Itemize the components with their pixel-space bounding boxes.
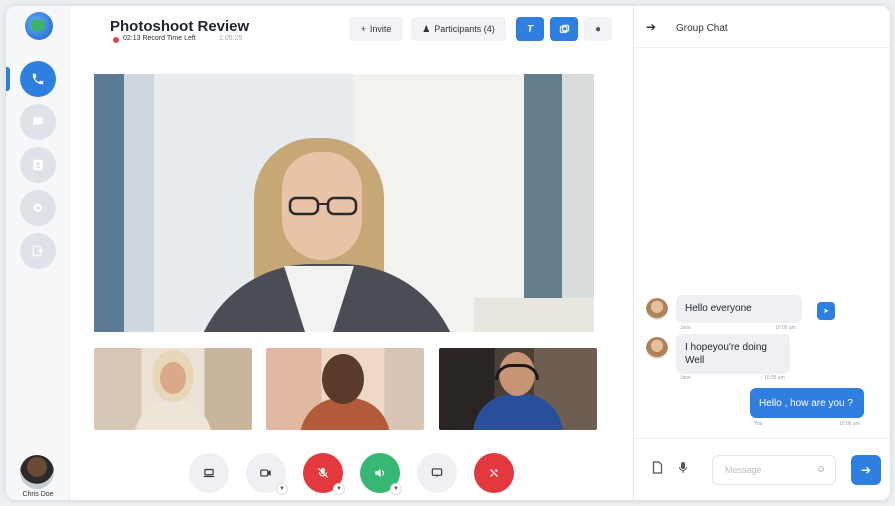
screen-layout-button[interactable]	[550, 17, 578, 41]
message-time: 10:00 am	[775, 325, 796, 331]
chat-icon	[33, 117, 43, 127]
participant-video-3[interactable]	[439, 348, 597, 430]
contact-icon	[33, 159, 43, 171]
record-total-time: 1:05:25	[219, 35, 243, 42]
chevron-down-icon[interactable]: ▼	[390, 483, 402, 495]
text-tool-button[interactable]: T	[516, 17, 544, 41]
reply-button[interactable]: ➤	[817, 302, 835, 320]
participant-video-1[interactable]	[94, 348, 252, 430]
speaker-button[interactable]: ▼	[360, 453, 402, 495]
hang-up-icon	[489, 468, 499, 478]
chat-composer: ☺ ➔	[634, 438, 890, 500]
chat-message-in: I hopeyou're doing Well	[676, 334, 790, 374]
page-title: Photoshoot Review	[110, 18, 250, 35]
logout-icon	[32, 245, 44, 257]
sender-avatar	[646, 298, 668, 320]
screen-share-button[interactable]	[189, 453, 229, 493]
microphone-icon[interactable]	[678, 461, 688, 477]
chat-toggle-button[interactable]	[417, 453, 457, 493]
message-time: 10:05 am	[764, 375, 785, 381]
background-desk	[474, 298, 594, 332]
sidebar-item-messages[interactable]	[20, 104, 56, 140]
plus-icon: +	[360, 24, 366, 34]
arrow-right-icon[interactable]: ➔	[646, 20, 656, 34]
layout-icon	[559, 24, 569, 33]
app-window: Chris Doe Photoshoot Review 02:13 Record…	[6, 6, 890, 500]
chat-message-out: Hello , how are you ?	[750, 388, 864, 418]
chat-title: Group Chat	[676, 23, 728, 34]
sidebar-item-contacts[interactable]	[20, 147, 56, 183]
sidebar-item-logout[interactable]	[20, 233, 56, 269]
message-sender: Jane	[680, 375, 691, 381]
camera-icon	[260, 469, 271, 477]
active-indicator	[6, 67, 10, 91]
laptop-icon	[203, 468, 215, 478]
sidebar-item-settings[interactable]	[20, 190, 56, 226]
sidebar-item-calls[interactable]	[20, 61, 56, 97]
background-window	[524, 74, 562, 332]
message-icon	[431, 468, 443, 478]
participants-button[interactable]: ♟ Participants (4)	[411, 17, 506, 41]
message-time: 10:06 am	[839, 421, 860, 427]
settings-icon	[33, 203, 43, 213]
more-options-button[interactable]: ●	[584, 17, 612, 41]
sidebar: Chris Doe	[6, 6, 70, 500]
participant-body	[473, 394, 563, 430]
phone-icon	[32, 73, 44, 85]
record-time-left: 02:13 Record Time Left	[123, 35, 196, 42]
participant-face	[322, 354, 364, 404]
avatar[interactable]	[20, 455, 54, 489]
attach-file-icon[interactable]	[652, 461, 663, 477]
group-chat-panel: ➔ Group Chat Hello everyone Jane 10:00 a…	[633, 6, 890, 500]
camera-button[interactable]: ▼	[246, 453, 288, 495]
reply-icon: ➤	[823, 308, 829, 315]
user-name: Chris Doe	[22, 491, 54, 498]
record-dot-icon	[113, 37, 119, 43]
glasses-icon	[288, 196, 358, 216]
chat-header: ➔ Group Chat	[634, 6, 890, 48]
message-sender: You	[754, 421, 763, 427]
headphones-icon	[495, 364, 539, 380]
emoji-icon[interactable]: ☺	[816, 464, 826, 475]
sender-avatar	[646, 337, 668, 359]
people-icon: ♟	[422, 23, 431, 34]
message-sender: Jane	[680, 325, 691, 331]
participant-body	[134, 400, 212, 430]
chevron-down-icon[interactable]: ▼	[333, 483, 345, 495]
globe-logo-icon	[25, 12, 53, 40]
mic-off-icon	[317, 467, 329, 479]
main-video-feed[interactable]	[94, 74, 594, 332]
speaker-icon	[375, 468, 385, 478]
mute-mic-button[interactable]: ▼	[303, 453, 345, 495]
text-icon: T	[526, 23, 534, 35]
chevron-down-icon[interactable]: ▼	[276, 483, 288, 495]
end-call-button[interactable]	[474, 453, 514, 493]
record-icon: ●	[594, 23, 602, 35]
chat-message-in: Hello everyone	[676, 295, 802, 323]
invite-button[interactable]: + Invite	[349, 17, 403, 41]
send-button[interactable]: ➔	[851, 455, 881, 485]
participant-face	[160, 362, 186, 394]
participant-video-2[interactable]	[266, 348, 424, 430]
arrow-right-icon: ➔	[860, 463, 872, 477]
